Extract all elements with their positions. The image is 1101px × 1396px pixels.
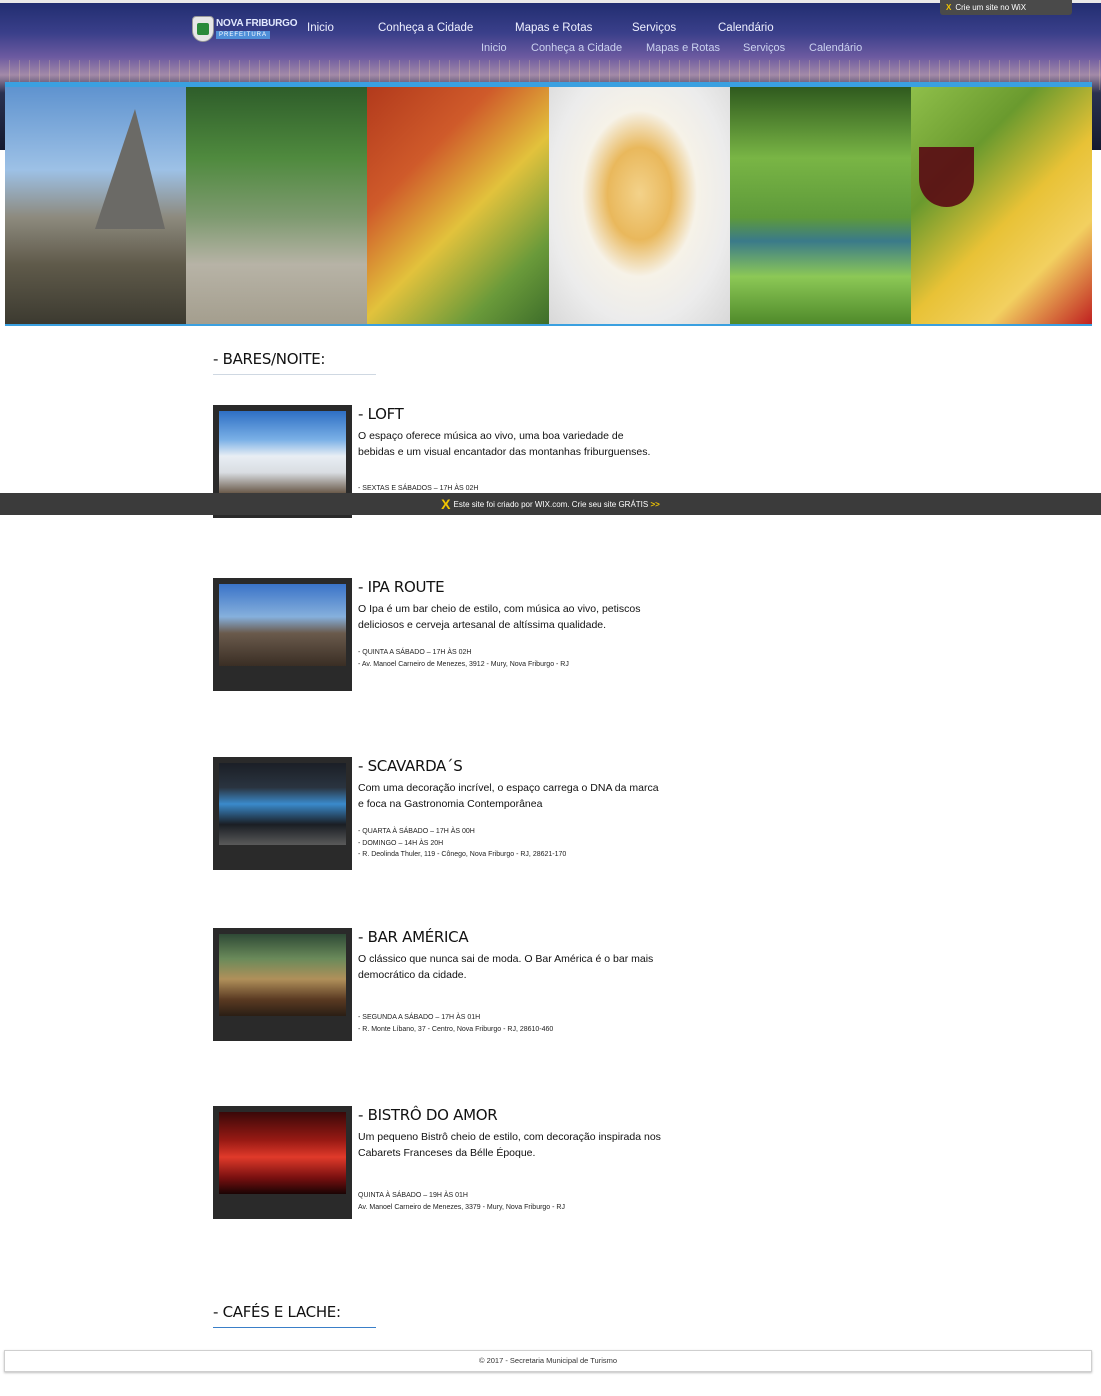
coat-of-arms-icon	[192, 16, 214, 42]
subnav-mapas-rotas[interactable]: Mapas e Rotas	[646, 42, 743, 54]
wix-banner-text: Este site foi criado por WIX.com. Crie s…	[453, 500, 649, 509]
venue-title: - IPA ROUTE	[358, 578, 445, 596]
venue-title: - LOFT	[358, 405, 404, 423]
venue-card-bistro-do-amor: - BISTRÔ DO AMOR Um pequeno Bistrô cheio…	[213, 1106, 663, 1219]
venue-details: - SEGUNDA A SÁBADO – 17H ÀS 01H - R. Mon…	[358, 1012, 553, 1035]
secondary-nav: Inicio Conheça a Cidade Mapas e Rotas Se…	[481, 42, 869, 54]
venue-address: - R. Deolinda Thuler, 119 - Cônego, Nova…	[358, 851, 567, 858]
venue-hours: - QUINTA A SÁBADO – 17H ÀS 02H	[358, 649, 472, 656]
venue-photo	[219, 934, 346, 1016]
main-nav: Inicio Conheça a Cidade Mapas e Rotas Se…	[307, 22, 788, 34]
wix-promo-banner[interactable]: X Este site foi criado por WIX.com. Crie …	[0, 493, 1101, 515]
street-photo	[186, 87, 368, 324]
logo-subtitle: PREFEITURA	[216, 31, 270, 39]
venue-description: O clássico que nunca sai de moda. O Bar …	[358, 953, 654, 981]
venue-photo-frame[interactable]	[213, 578, 352, 691]
venue-description: Um pequeno Bistrô cheio de estilo, com d…	[358, 1131, 661, 1159]
venue-description: O Ipa é um bar cheio de estilo, com músi…	[358, 603, 641, 631]
venue-card-ipa-route: - IPA ROUTE O Ipa é um bar cheio de esti…	[213, 578, 663, 691]
subnav-calendario[interactable]: Calendário	[809, 42, 869, 54]
venue-photo-frame[interactable]	[213, 928, 352, 1041]
houses-photo	[367, 87, 549, 324]
mountain-photo	[5, 87, 187, 324]
venue-photo	[219, 763, 346, 845]
wix-x-icon: X	[946, 3, 952, 12]
venue-address: - R. Monte Líbano, 37 - Centro, Nova Fri…	[358, 1025, 554, 1033]
cheese-wine-photo	[910, 87, 1093, 324]
nav-conheca-cidade[interactable]: Conheça a Cidade	[378, 22, 515, 34]
venue-details: - QUINTA A SÁBADO – 17H ÀS 02H - Av. Man…	[358, 647, 569, 670]
soup-photo	[548, 87, 730, 324]
venue-hours: - SEGUNDA A SÁBADO – 17H ÀS 01H	[358, 1014, 481, 1021]
wix-logo-icon: X	[441, 496, 451, 512]
section-title-bares: - BARES/NOITE:	[213, 350, 376, 375]
venue-photo	[219, 584, 346, 666]
venue-card-bar-america: - BAR AMÉRICA O clássico que nunca sai d…	[213, 928, 663, 1041]
venue-hours: - QUARTA À SÁBADO – 17H ÀS 00H	[358, 828, 475, 835]
section-title-cafes: - CAFÉS E LACHE:	[213, 1303, 376, 1328]
wix-banner-arrow: >>	[650, 500, 660, 509]
venue-photo	[219, 1112, 346, 1194]
venue-details: - QUARTA À SÁBADO – 17H ÀS 00H - DOMINGO…	[358, 826, 566, 861]
wix-badge-label: Crie um site no WiX	[955, 3, 1027, 12]
venue-hours-sunday: - DOMINGO – 14H ÀS 20H	[358, 839, 444, 847]
venue-description: Com uma decoração incrível, o espaço car…	[358, 782, 659, 810]
venue-photo-frame[interactable]	[213, 1106, 352, 1219]
subnav-inicio[interactable]: Inicio	[481, 42, 531, 54]
logo-name: NOVA FRIBURGO	[216, 18, 298, 29]
nav-calendario[interactable]: Calendário	[718, 22, 788, 34]
nav-mapas-rotas[interactable]: Mapas e Rotas	[515, 22, 632, 34]
venue-photo	[219, 411, 346, 493]
wix-top-badge[interactable]: X Crie um site no WiX	[940, 0, 1072, 15]
venue-title: - BISTRÔ DO AMOR	[358, 1106, 498, 1124]
venue-address: - Av. Manoel Carneiro de Menezes, 3912 -…	[358, 660, 569, 668]
nav-servicos[interactable]: Serviços	[632, 22, 718, 34]
venue-card-scavardas: - SCAVARDA´S Com uma decoração incrível,…	[213, 757, 663, 870]
venue-description: O espaço oferece música ao vivo, uma boa…	[358, 430, 651, 458]
subnav-conheca-cidade[interactable]: Conheça a Cidade	[531, 42, 646, 54]
prefeitura-logo[interactable]: NOVA FRIBURGO PREFEITURA	[192, 16, 297, 42]
venue-hours: QUINTA À SÁBADO – 19H ÀS 01H	[358, 1192, 468, 1199]
venue-title: - SCAVARDA´S	[358, 757, 463, 775]
venue-details: QUINTA À SÁBADO – 19H ÀS 01H Av. Manoel …	[358, 1190, 565, 1213]
garden-photo	[729, 87, 911, 324]
venue-title: - BAR AMÉRICA	[358, 928, 469, 946]
nav-inicio[interactable]: Inicio	[307, 22, 378, 34]
site-footer: © 2017 - Secretaria Municipal de Turismo	[4, 1350, 1092, 1372]
venue-address: Av. Manoel Carneiro de Menezes, 3379 - M…	[358, 1203, 565, 1211]
venue-photo-frame[interactable]	[213, 757, 352, 870]
subnav-servicos[interactable]: Serviços	[743, 42, 809, 54]
photo-strip	[5, 82, 1093, 326]
footer-copyright: © 2017 - Secretaria Municipal de Turismo	[478, 1356, 618, 1365]
